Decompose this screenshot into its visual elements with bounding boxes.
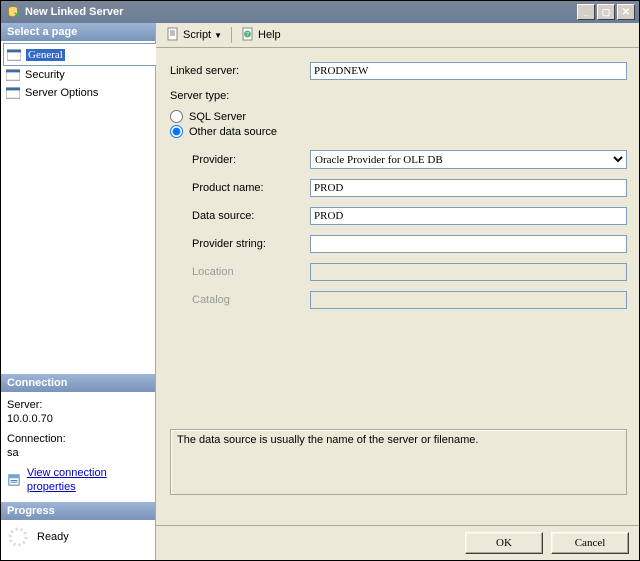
provider-string-input[interactable] xyxy=(310,235,627,253)
server-type-label: Server type: xyxy=(170,90,627,102)
close-button[interactable]: ✕ xyxy=(617,4,635,20)
page-list: General Security Server Options xyxy=(1,41,155,104)
provider-select[interactable]: Oracle Provider for OLE DB xyxy=(310,150,627,169)
view-connection-properties-link[interactable]: View connection properties xyxy=(27,466,149,494)
right-panel: Script ▼ ? Help Linked server: Server ty… xyxy=(156,23,639,560)
server-value: 10.0.0.70 xyxy=(7,412,149,426)
catalog-label: Catalog xyxy=(192,294,310,306)
dropdown-caret-icon: ▼ xyxy=(214,31,222,40)
server-label: Server: xyxy=(7,398,149,412)
help-button[interactable]: ? Help xyxy=(237,25,285,46)
page-security-icon xyxy=(5,67,21,83)
spacer xyxy=(1,104,155,374)
help-label: Help xyxy=(258,29,281,41)
progress-spinner-icon xyxy=(7,526,29,548)
hint-text: The data source is usually the name of t… xyxy=(177,434,478,446)
provider-string-label: Provider string: xyxy=(192,238,310,250)
product-name-label: Product name: xyxy=(192,182,310,194)
cancel-button[interactable]: Cancel xyxy=(551,532,629,554)
page-item-general[interactable]: General xyxy=(3,43,159,66)
radio-sql-label: SQL Server xyxy=(189,111,246,123)
provider-label: Provider: xyxy=(192,154,310,166)
hint-box: The data source is usually the name of t… xyxy=(170,429,627,495)
connection-label: Connection: xyxy=(7,432,149,446)
product-name-input[interactable] xyxy=(310,179,627,197)
pages-heading: Select a page xyxy=(1,23,155,41)
left-panel: Select a page General Security Server Op… xyxy=(1,23,156,560)
svg-text:?: ? xyxy=(246,32,249,38)
linked-server-input[interactable] xyxy=(310,62,627,80)
catalog-input xyxy=(310,291,627,309)
radio-other-label: Other data source xyxy=(189,126,277,138)
dialog-body: Select a page General Security Server Op… xyxy=(1,23,639,560)
title-bar: New Linked Server _ ▢ ✕ xyxy=(1,1,639,23)
provider-subform: Provider: Oracle Provider for OLE DB Pro… xyxy=(192,150,627,309)
page-item-security[interactable]: Security xyxy=(3,66,153,84)
radio-other-data-source[interactable]: Other data source xyxy=(170,125,627,138)
page-item-label: Server Options xyxy=(25,87,98,99)
help-icon: ? xyxy=(241,27,255,44)
app-icon xyxy=(5,4,21,20)
maximize-button[interactable]: ▢ xyxy=(597,4,615,20)
page-general-icon xyxy=(6,47,22,63)
page-item-label: Security xyxy=(25,69,65,81)
progress-status: Ready xyxy=(37,531,69,543)
location-input xyxy=(310,263,627,281)
page-options-icon xyxy=(5,85,21,101)
radio-other-input[interactable] xyxy=(170,125,183,138)
toolbar-separator xyxy=(231,27,232,43)
script-icon xyxy=(166,27,180,44)
connection-value: sa xyxy=(7,446,149,460)
toolbar: Script ▼ ? Help xyxy=(156,23,639,48)
script-button[interactable]: Script ▼ xyxy=(162,25,226,46)
linked-server-label: Linked server: xyxy=(170,65,310,77)
ok-button[interactable]: OK xyxy=(465,532,543,554)
location-label: Location xyxy=(192,266,310,278)
window-title: New Linked Server xyxy=(25,6,577,18)
page-item-label: General xyxy=(26,49,65,61)
connection-info: Server: 10.0.0.70 Connection: sa View co… xyxy=(1,392,155,502)
form-content: Linked server: Server type: SQL Server O… xyxy=(156,48,639,525)
minimize-button[interactable]: _ xyxy=(577,4,595,20)
page-item-server-options[interactable]: Server Options xyxy=(3,84,153,102)
script-label: Script xyxy=(183,29,211,41)
connection-heading: Connection xyxy=(1,374,155,392)
window-controls: _ ▢ ✕ xyxy=(577,4,635,20)
data-source-input[interactable] xyxy=(310,207,627,225)
progress-info: Ready xyxy=(1,520,155,560)
progress-heading: Progress xyxy=(1,502,155,520)
data-source-label: Data source: xyxy=(192,210,310,222)
properties-icon xyxy=(7,472,22,488)
radio-sql-server[interactable]: SQL Server xyxy=(170,110,627,123)
radio-sql-input[interactable] xyxy=(170,110,183,123)
dialog-window: { "window": { "title": "New Linked Serve… xyxy=(0,0,640,561)
button-bar: OK Cancel xyxy=(156,525,639,560)
